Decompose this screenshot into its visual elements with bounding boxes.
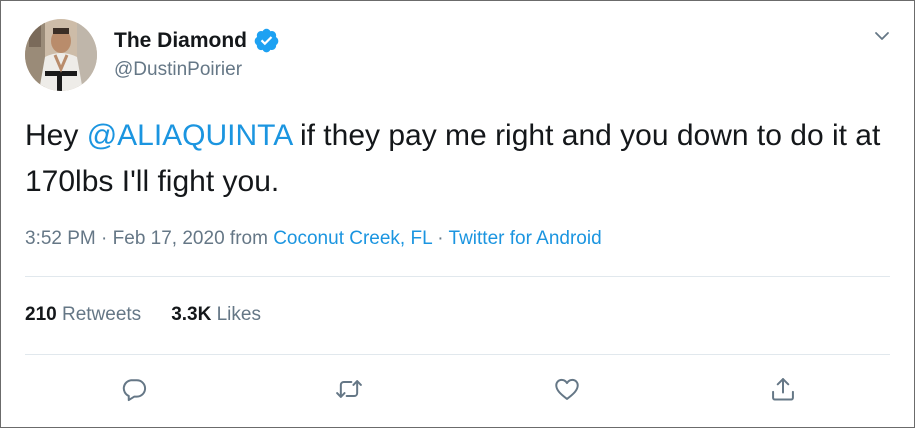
chevron-down-icon[interactable] bbox=[869, 25, 895, 47]
source-link[interactable]: Twitter for Android bbox=[449, 228, 602, 249]
share-icon[interactable] bbox=[769, 374, 797, 404]
tweet-stats: 210 Retweets 3.3K Likes bbox=[25, 304, 261, 326]
location-link[interactable]: Coconut Creek, FL bbox=[273, 228, 432, 249]
retweets-stat[interactable]: 210 Retweets bbox=[25, 304, 141, 326]
likes-label: Likes bbox=[216, 304, 261, 325]
divider bbox=[25, 354, 890, 355]
display-name[interactable]: The Diamond bbox=[114, 29, 247, 53]
tweet-text-start: Hey bbox=[25, 119, 87, 152]
tweet-date[interactable]: Feb 17, 2020 bbox=[113, 228, 225, 249]
avatar-image bbox=[25, 19, 97, 91]
from-label: from bbox=[229, 228, 268, 249]
meta-separator: · bbox=[101, 228, 108, 249]
divider bbox=[25, 276, 890, 277]
verified-badge-icon bbox=[254, 28, 279, 53]
tweet-time[interactable]: 3:52 PM bbox=[25, 228, 96, 249]
avatar[interactable] bbox=[25, 19, 97, 91]
reply-icon[interactable] bbox=[120, 374, 148, 404]
retweets-label: Retweets bbox=[61, 304, 142, 325]
mention-link[interactable]: @ALIAQUINTA bbox=[87, 119, 292, 152]
likes-stat[interactable]: 3.3K Likes bbox=[171, 304, 261, 326]
name-row: The Diamond bbox=[114, 27, 280, 54]
meta-separator: · bbox=[437, 228, 444, 249]
heart-icon[interactable] bbox=[553, 374, 581, 404]
user-handle[interactable]: @DustinPoirier bbox=[114, 59, 242, 81]
tweet-text: Hey @ALIAQUINTA if they pay me right and… bbox=[25, 113, 895, 205]
retweets-count: 210 bbox=[25, 304, 57, 325]
tweet-card: The Diamond @DustinPoirier Hey @ALIAQUIN… bbox=[0, 0, 915, 428]
retweet-icon[interactable] bbox=[335, 374, 363, 404]
tweet-meta: 3:52 PM · Feb 17, 2020 from Coconut Cree… bbox=[25, 228, 602, 250]
likes-count: 3.3K bbox=[171, 304, 212, 325]
